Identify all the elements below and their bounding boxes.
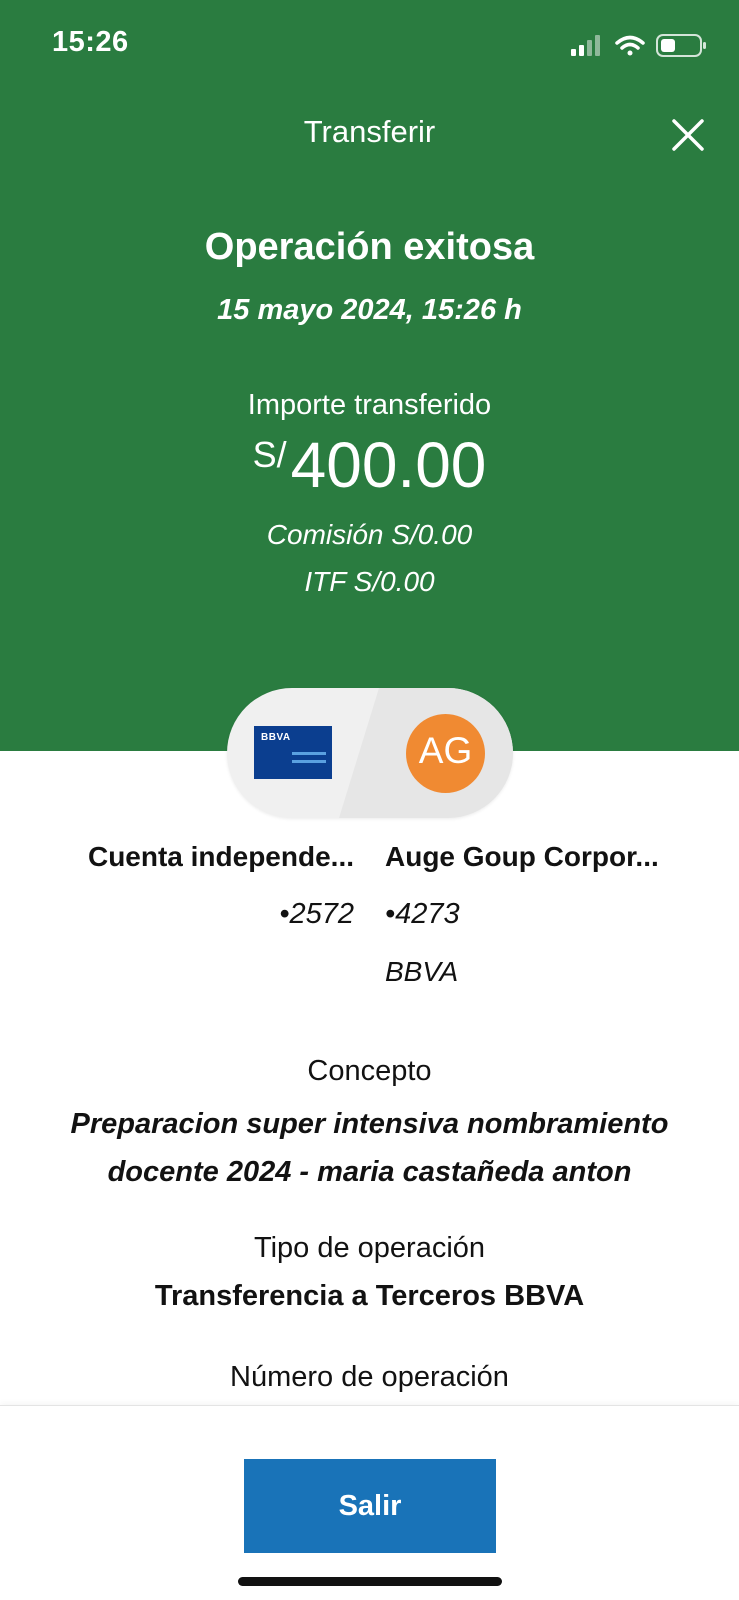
concept-label: Concepto <box>307 1055 432 1087</box>
operation-date: 15 mayo 2024, 15:26 h <box>217 294 522 326</box>
from-account-number: •2572 <box>279 898 354 930</box>
card-stripe <box>292 752 326 755</box>
footer-bar: Salir <box>0 1405 739 1600</box>
operation-title: Operación exitosa <box>204 226 535 268</box>
currency-symbol: S/ <box>252 434 287 475</box>
battery-icon <box>656 34 706 57</box>
from-account-name: Cuenta independe... <box>87 841 354 872</box>
transfer-accounts-pill: BBVA AG <box>227 688 513 818</box>
transferred-amount: S/400.00 <box>0 428 739 502</box>
bbva-logo: BBVA <box>261 732 291 743</box>
operation-type-value: Transferencia a Terceros BBVA <box>154 1280 585 1312</box>
wifi-icon <box>615 35 645 56</box>
commission-text: Comisión S/0.00 <box>266 519 473 550</box>
concept-value: Preparacion super intensiva nombramiento… <box>70 1108 669 1188</box>
exit-button[interactable]: Salir <box>244 1459 496 1553</box>
bbva-card-icon: BBVA <box>254 726 332 779</box>
home-indicator[interactable] <box>238 1577 502 1586</box>
success-header-background <box>0 0 739 751</box>
amount-value: 400.00 <box>290 429 487 501</box>
to-account-bank: BBVA <box>385 956 459 987</box>
close-icon[interactable] <box>668 115 708 155</box>
to-account-name: Auge Goup Corpor... <box>385 841 659 872</box>
avatar-initials: AG <box>418 730 473 771</box>
itf-text: ITF S/0.00 <box>304 566 435 597</box>
signal-icon <box>571 35 600 56</box>
to-account-number: •4273 <box>385 898 460 930</box>
amount-label: Importe transferido <box>247 389 492 421</box>
card-stripe <box>292 760 326 763</box>
operation-type-label: Tipo de operación <box>253 1232 486 1264</box>
operation-number-label: Número de operación <box>230 1361 509 1393</box>
status-time: 15:26 <box>52 26 129 58</box>
avatar: AG <box>406 714 485 793</box>
status-icons <box>571 34 706 57</box>
header-title: Transferir <box>303 114 436 149</box>
